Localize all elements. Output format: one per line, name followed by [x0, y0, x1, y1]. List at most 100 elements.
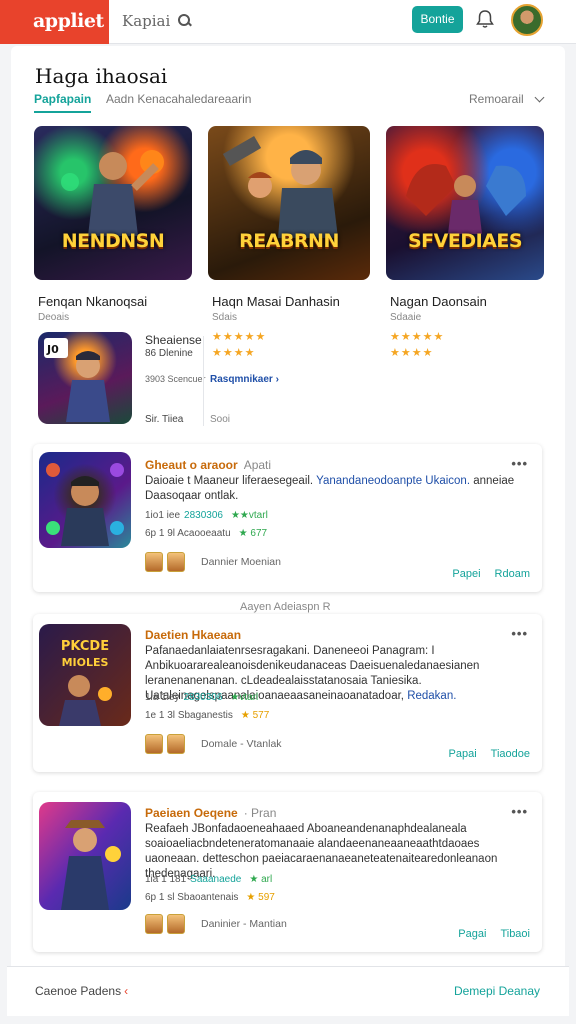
mini-foot-left: Sir. Tiiea	[145, 414, 184, 425]
floating-label: Aayen Adeiaspn R	[238, 601, 333, 613]
stars-rating-secondary: ★★★★	[212, 347, 256, 359]
stats-row: 6p 1 9l Acaooeaatu ★ 677	[145, 528, 267, 539]
list-item-description: Reafaeh JBonfadaoeneahaaed Aboaneandenan…	[145, 822, 525, 882]
stat-value: 6p 1 9l	[145, 528, 176, 539]
footer-right-link[interactable]: Demepi Deanay	[454, 984, 540, 998]
featured-card[interactable]: REABRNN Haqn Masai Danhasin Sdais ★★★★★ …	[208, 126, 370, 359]
list-item-art[interactable]	[39, 452, 131, 548]
svg-text:J0: J0	[46, 343, 59, 356]
list-item-title[interactable]: Paeiaen Oeqene · Pran	[145, 806, 276, 820]
mini-link-label: Rasqmnikaer	[210, 374, 273, 385]
list-item[interactable]: Paeiaen Oeqene · Pran ••• Reafaeh JBonfad…	[33, 792, 542, 952]
stat-value: 1ia 1iey	[145, 692, 180, 703]
featured-card[interactable]: NENDNSN Fenqan Nkanoqsai Deoais	[34, 126, 192, 323]
footer-left-label: Caenoe Padens	[35, 984, 122, 998]
stat-rating: ★ 597	[246, 892, 275, 903]
stars-rating-secondary: ★★★★	[390, 347, 434, 359]
play-link[interactable]: Papai	[449, 748, 477, 760]
featured-card[interactable]: SFVEDIAES Nagan Daonsain Sdaaie ★★★★★ ★★…	[386, 126, 544, 359]
stat-label: Sbaganestis	[177, 710, 233, 721]
play-link[interactable]: Papei	[452, 568, 480, 580]
secondary-link[interactable]: Rdoam	[495, 568, 530, 580]
stat-value: 6p 1 sl	[145, 892, 175, 903]
user-row: Domale - Vtanlak	[145, 734, 282, 754]
list-item-meta: Apati	[243, 458, 272, 472]
rating-row: ★★★★★	[212, 330, 266, 343]
user-avatar[interactable]	[145, 914, 163, 934]
play-link[interactable]: Pagai	[458, 928, 486, 940]
footer-bar: Caenoe Padens ‹ Demepi Deanay	[7, 966, 569, 1016]
search-area[interactable]: Kapiai	[122, 10, 192, 32]
rating-row: ★★★★	[212, 346, 255, 359]
user-names: Daninier - Mantian	[201, 918, 287, 930]
mini-sub: 86 Dlenine	[145, 348, 193, 359]
list-item-title[interactable]: Daetien Hkaeaan	[145, 628, 247, 642]
mini-foot-right: Sooi	[210, 414, 231, 425]
search-icon[interactable]	[178, 14, 192, 28]
tab-active[interactable]: Papfapain	[34, 92, 92, 113]
mini-title[interactable]: Sheaiense	[145, 333, 202, 347]
divider	[203, 336, 204, 426]
list-item-title-text: Paeiaen Oeqene	[145, 806, 238, 820]
stat-value: 1io1 iee	[145, 510, 181, 521]
list-item-title[interactable]: Gheaut o araoor Apati	[145, 458, 271, 472]
search-input[interactable]: Kapiai	[122, 12, 170, 30]
stat-downloads: 2830306	[183, 692, 223, 703]
sort-label: Remoarail	[469, 92, 524, 106]
more-options-icon[interactable]: •••	[511, 456, 528, 471]
app-logo[interactable]: appliet	[0, 0, 109, 44]
stat-downloads: Saaanaede	[190, 874, 242, 885]
rating-row: ★★★★★	[390, 330, 444, 343]
chevron-right-icon: ›	[275, 374, 279, 385]
mini-game-art[interactable]: J0	[38, 332, 132, 424]
featured-name[interactable]: Nagan Daonsain	[390, 294, 487, 309]
user-avatar[interactable]	[145, 552, 163, 572]
list-item-description: Daioaie t Maaneur liferaesegeail. Yanand…	[145, 474, 525, 504]
stat-rating: ★★vtarl	[230, 510, 268, 521]
list-item-title-text: Daetien Hkaeaan	[145, 628, 242, 642]
stat-rating: ★vtarl	[230, 692, 259, 703]
stars-rating: ★★★★★	[212, 331, 267, 343]
stat-value: 1e 1 3l	[145, 710, 176, 721]
more-options-icon[interactable]: •••	[511, 804, 528, 819]
list-item-art[interactable]	[39, 802, 131, 910]
secondary-link[interactable]: Tiaodoe	[491, 748, 530, 760]
featured-name[interactable]: Haqn Masai Danhasin	[212, 294, 340, 309]
featured-game-art[interactable]: SFVEDIAES	[386, 126, 544, 280]
featured-name[interactable]: Fenqan Nkanoqsai	[38, 294, 147, 309]
list-item-meta: · Pran	[243, 806, 277, 820]
soldier-figure-icon	[222, 135, 338, 238]
list-item-title-text: Gheaut o araoor	[145, 458, 238, 472]
list-item[interactable]: PKCDE MIOLES Daetien Hkaeaan ••• Pafanae…	[33, 614, 542, 772]
user-avatar[interactable]	[145, 734, 163, 754]
user-avatar[interactable]	[167, 552, 185, 572]
user-avatar[interactable]	[167, 914, 185, 934]
card-actions: Pagai Tibaoi	[458, 928, 530, 940]
user-row: Dannier Moenian	[145, 552, 281, 572]
stars-rating: ★★★★★	[390, 331, 445, 343]
primary-action-button[interactable]: Bontie	[412, 6, 463, 33]
user-row: Daninier - Mantian	[145, 914, 287, 934]
list-item-art[interactable]: PKCDE MIOLES	[39, 624, 131, 726]
user-names: Dannier Moenian	[201, 556, 281, 568]
featured-game-art[interactable]: REABRNN	[208, 126, 370, 280]
list-item[interactable]: Gheaut o araoor Apati ••• Daioaie t Maane…	[33, 444, 542, 592]
featured-game-art[interactable]: NENDNSN	[34, 126, 192, 280]
secondary-link[interactable]: Tibaoi	[500, 928, 530, 940]
mini-stat: 3903 Scencuer	[145, 374, 206, 384]
description-highlight[interactable]: Redakan.	[407, 690, 456, 702]
stats-row: 1e 1 3l Sbaganestis ★ 577	[145, 710, 269, 721]
chevron-down-icon	[534, 92, 545, 102]
more-options-icon[interactable]: •••	[511, 626, 528, 641]
description-highlight[interactable]: Yanandaneodoanpte Ukaicon.	[316, 475, 470, 487]
stat-rating: ★ 577	[240, 710, 270, 721]
avatar[interactable]	[511, 4, 543, 36]
tab-secondary[interactable]: Aadn Kenacahaledareaarin	[106, 92, 251, 106]
sort-dropdown[interactable]: Remoarail	[469, 92, 545, 106]
svg-text:MIOLES: MIOLES	[62, 656, 109, 669]
card-actions: Papai Tiaodoe	[449, 748, 530, 760]
user-avatar[interactable]	[167, 734, 185, 754]
footer-left-link[interactable]: Caenoe Padens ‹	[35, 984, 128, 998]
bell-icon[interactable]	[474, 8, 496, 30]
mini-link[interactable]: Rasqmnikaer ›	[210, 374, 279, 385]
